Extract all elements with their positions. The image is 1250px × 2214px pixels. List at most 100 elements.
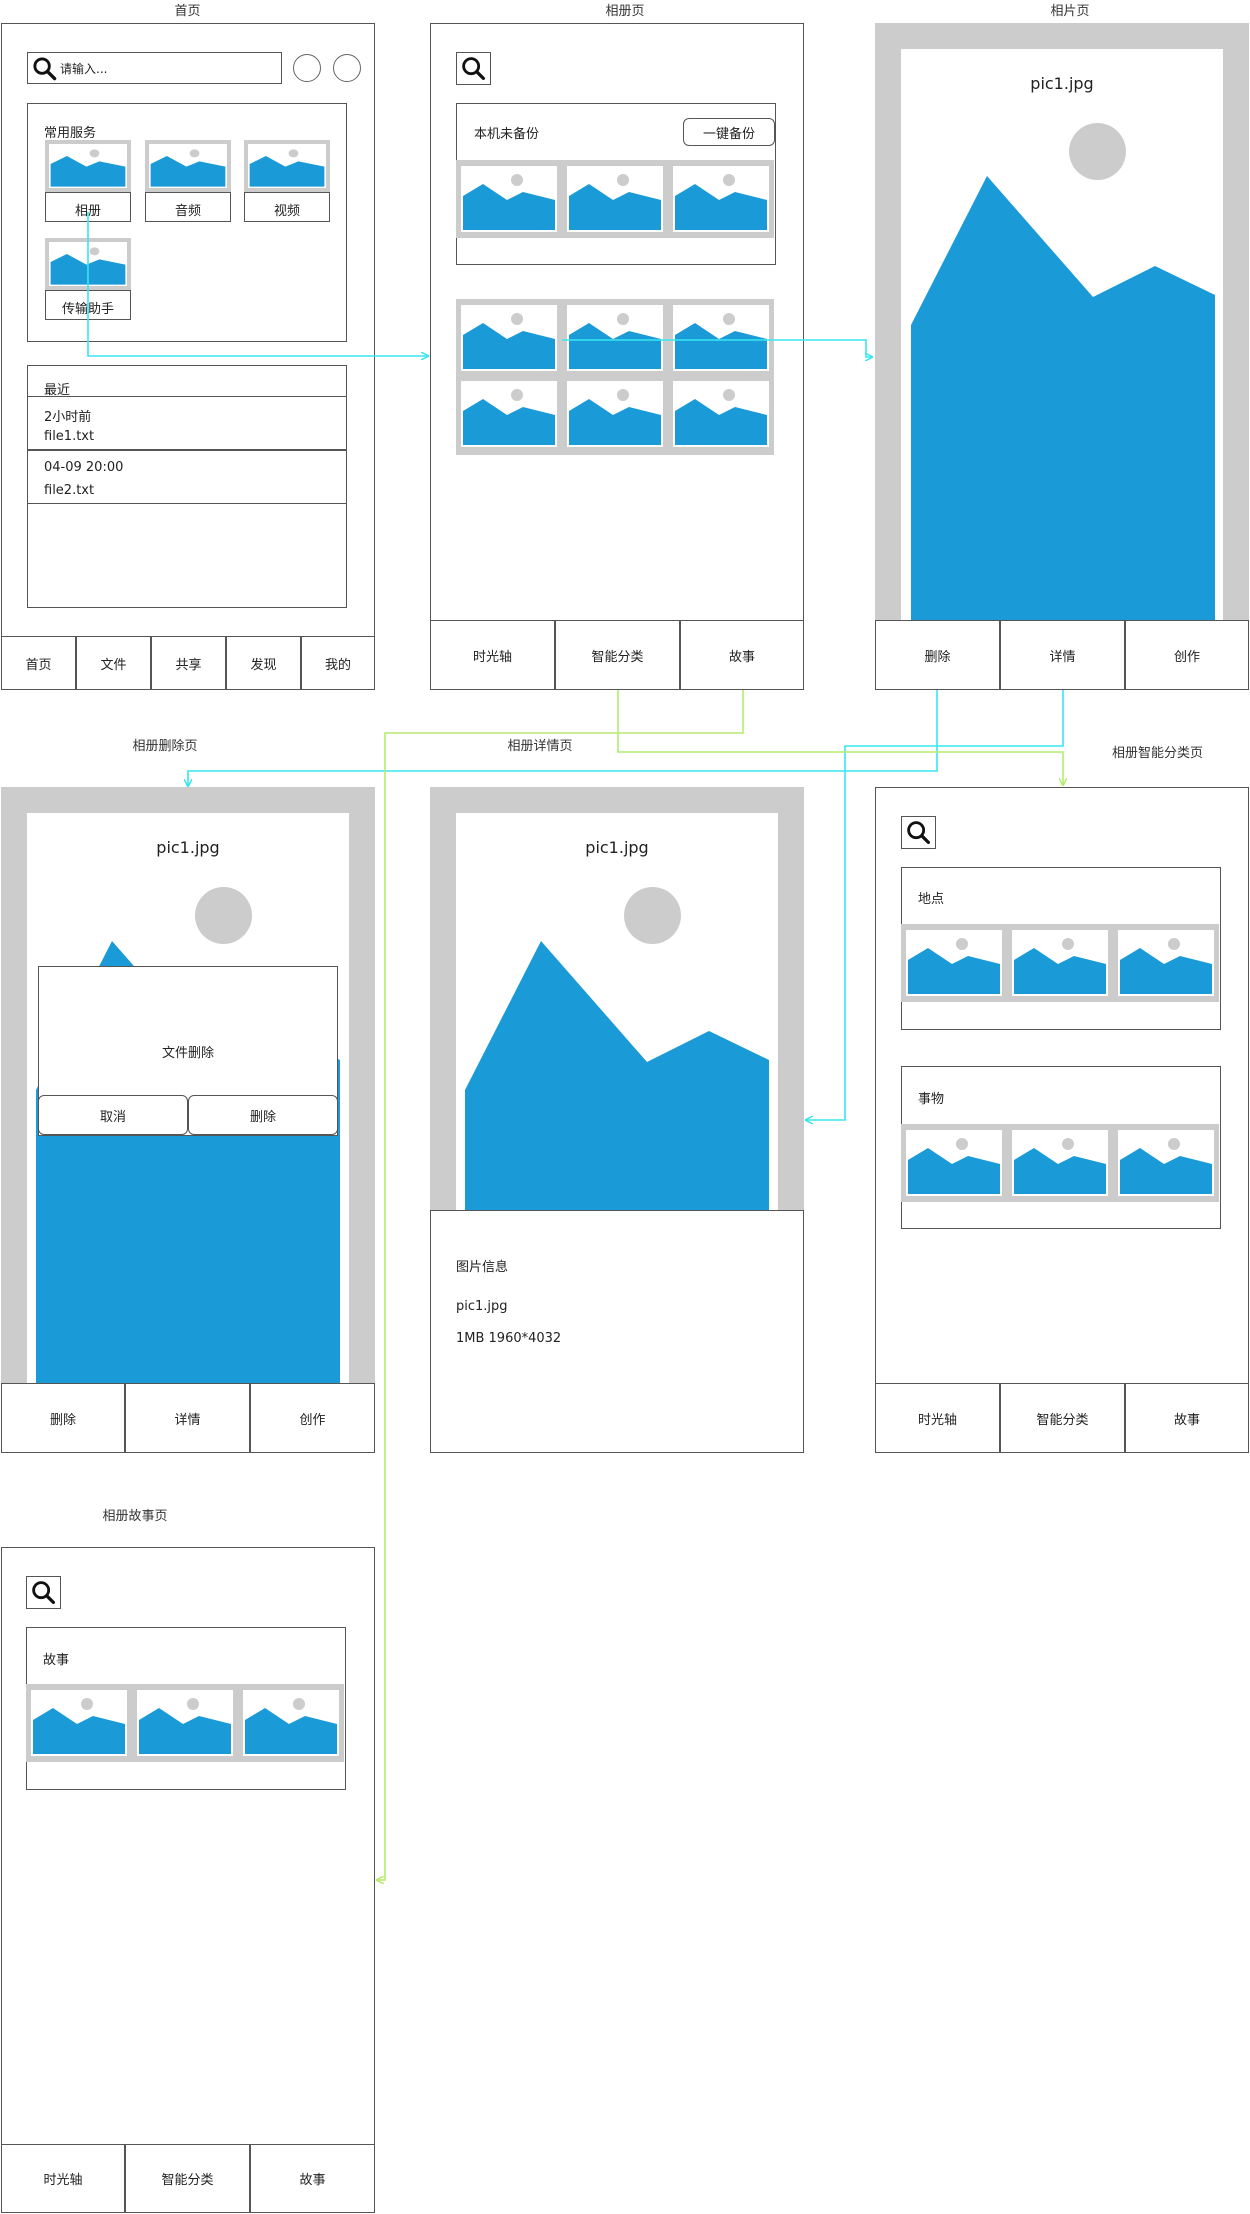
image-placeholder-icon[interactable]: [461, 166, 557, 232]
image-placeholder-icon: [465, 941, 769, 1210]
image-placeholder-icon[interactable]: [1012, 1130, 1108, 1196]
image-placeholder-icon[interactable]: [243, 1690, 339, 1756]
nav-create[interactable]: 创作: [1125, 620, 1249, 690]
service-thumb-transfer[interactable]: [45, 238, 131, 290]
nav-details[interactable]: 详情: [1000, 620, 1125, 690]
nav-create[interactable]: 创作: [250, 1383, 375, 1453]
cancel-button[interactable]: 取消: [38, 1095, 188, 1135]
nav-mine[interactable]: 我的: [301, 636, 375, 690]
service-label-album: 相册: [74, 204, 101, 219]
frame-title-detail: 相册详情页: [507, 739, 573, 754]
service-label-box-album[interactable]: 相册: [45, 192, 131, 222]
image-placeholder-icon[interactable]: [906, 930, 1002, 996]
nav-smart-category[interactable]: 智能分类: [125, 2144, 250, 2213]
category-title: 事物: [918, 1092, 945, 1107]
service-label-transfer: 传输助手: [61, 302, 114, 317]
image-placeholder-icon[interactable]: [137, 1690, 233, 1756]
image-placeholder-icon: [49, 242, 127, 286]
frame-title-album: 相册页: [605, 4, 645, 19]
nav-story[interactable]: 故事: [680, 620, 804, 690]
category-title: 地点: [918, 892, 945, 907]
circle-icon: [195, 887, 252, 944]
services-title: 常用服务: [44, 126, 97, 141]
image-placeholder-icon[interactable]: [673, 166, 769, 232]
service-label-box-audio[interactable]: 音频: [145, 192, 231, 222]
nav-files[interactable]: 文件: [76, 636, 151, 690]
search-icon[interactable]: [456, 52, 491, 85]
unbacked-label: 本机未备份: [474, 127, 540, 142]
confirm-delete-button[interactable]: 删除: [188, 1095, 338, 1135]
service-thumb-video[interactable]: [244, 140, 330, 192]
nav-smart-category[interactable]: 智能分类: [1000, 1383, 1125, 1453]
image-placeholder-icon: [911, 176, 1215, 620]
image-placeholder-icon[interactable]: [31, 1690, 127, 1756]
image-placeholder-icon: [149, 144, 227, 188]
nav-discover[interactable]: 发现: [226, 636, 301, 690]
image-placeholder-icon[interactable]: [461, 381, 557, 447]
service-label-video: 视频: [273, 204, 300, 219]
image-placeholder-icon[interactable]: [673, 381, 769, 447]
frame-title-smart: 相册智能分类页: [1111, 746, 1203, 761]
service-label-box-transfer[interactable]: 传输助手: [45, 290, 131, 320]
frame-title-home: 首页: [174, 4, 201, 19]
story-title: 故事: [43, 1653, 70, 1668]
image-placeholder-icon[interactable]: [461, 305, 557, 371]
info-filename: pic1.jpg: [456, 1299, 508, 1314]
recent-file: file1.txt: [44, 429, 95, 444]
detail-filename: pic1.jpg: [585, 838, 649, 857]
category-strip: [901, 924, 1219, 1002]
album-photo-grid: [456, 299, 774, 455]
nav-timeline[interactable]: 时光轴: [1, 2144, 125, 2213]
nav-timeline[interactable]: 时光轴: [430, 620, 555, 690]
circle-icon: [624, 887, 681, 944]
search-icon: [32, 56, 57, 81]
link-album-to-smart: [617, 690, 1063, 785]
circle-icon[interactable]: [333, 54, 361, 82]
image-placeholder-icon[interactable]: [906, 1130, 1002, 1196]
search-icon[interactable]: [901, 816, 936, 849]
frame-title-delete: 相册删除页: [132, 739, 198, 754]
search-input[interactable]: 请输入...: [60, 60, 107, 77]
frame-title-story: 相册故事页: [102, 1509, 168, 1524]
search-bar[interactable]: 请输入...: [27, 52, 282, 84]
detail-canvas: pic1.jpg: [456, 813, 778, 1210]
nav-story[interactable]: 故事: [250, 2144, 375, 2213]
circle-icon: [1069, 123, 1126, 180]
image-placeholder-icon[interactable]: [1118, 1130, 1214, 1196]
image-placeholder-icon[interactable]: [567, 381, 663, 447]
recent-item[interactable]: 2小时前 file1.txt: [27, 396, 347, 450]
image-placeholder-icon: [248, 144, 326, 188]
photo-canvas: pic1.jpg: [901, 49, 1223, 620]
nav-delete[interactable]: 删除: [1, 1383, 125, 1453]
nav-timeline[interactable]: 时光轴: [875, 1383, 1000, 1453]
image-placeholder-icon[interactable]: [1012, 930, 1108, 996]
image-placeholder-icon[interactable]: [567, 166, 663, 232]
image-placeholder-icon[interactable]: [567, 305, 663, 371]
delete-filename: pic1.jpg: [156, 838, 220, 857]
recent-file: file2.txt: [44, 483, 95, 498]
nav-delete[interactable]: 删除: [875, 620, 1000, 690]
photo-filename: pic1.jpg: [1030, 74, 1094, 93]
recent-time: 2小时前: [44, 410, 92, 425]
search-icon[interactable]: [26, 1576, 61, 1609]
service-thumb-audio[interactable]: [145, 140, 231, 192]
category-strip: [901, 1124, 1219, 1202]
service-label-audio: 音频: [174, 204, 201, 219]
frame-title-photo: 相片页: [1050, 4, 1090, 19]
backup-button[interactable]: 一键备份: [683, 118, 775, 146]
circle-icon[interactable]: [293, 54, 321, 82]
image-placeholder-icon[interactable]: [1118, 930, 1214, 996]
service-label-box-video[interactable]: 视频: [244, 192, 330, 222]
nav-share[interactable]: 共享: [151, 636, 226, 690]
nav-smart-category[interactable]: 智能分类: [555, 620, 680, 690]
nav-details[interactable]: 详情: [125, 1383, 250, 1453]
service-thumb-album[interactable]: [45, 140, 131, 192]
recent-item[interactable]: 04-09 20:00 file2.txt: [27, 450, 347, 504]
nav-home[interactable]: 首页: [1, 636, 76, 690]
info-title: 图片信息: [456, 1260, 509, 1275]
image-placeholder-icon[interactable]: [673, 305, 769, 371]
nav-story[interactable]: 故事: [1125, 1383, 1249, 1453]
info-meta: 1MB 1960*4032: [456, 1331, 562, 1346]
detail-info-panel: 图片信息 pic1.jpg 1MB 1960*4032: [430, 1210, 804, 1453]
dialog-title: 文件删除: [161, 1046, 214, 1061]
